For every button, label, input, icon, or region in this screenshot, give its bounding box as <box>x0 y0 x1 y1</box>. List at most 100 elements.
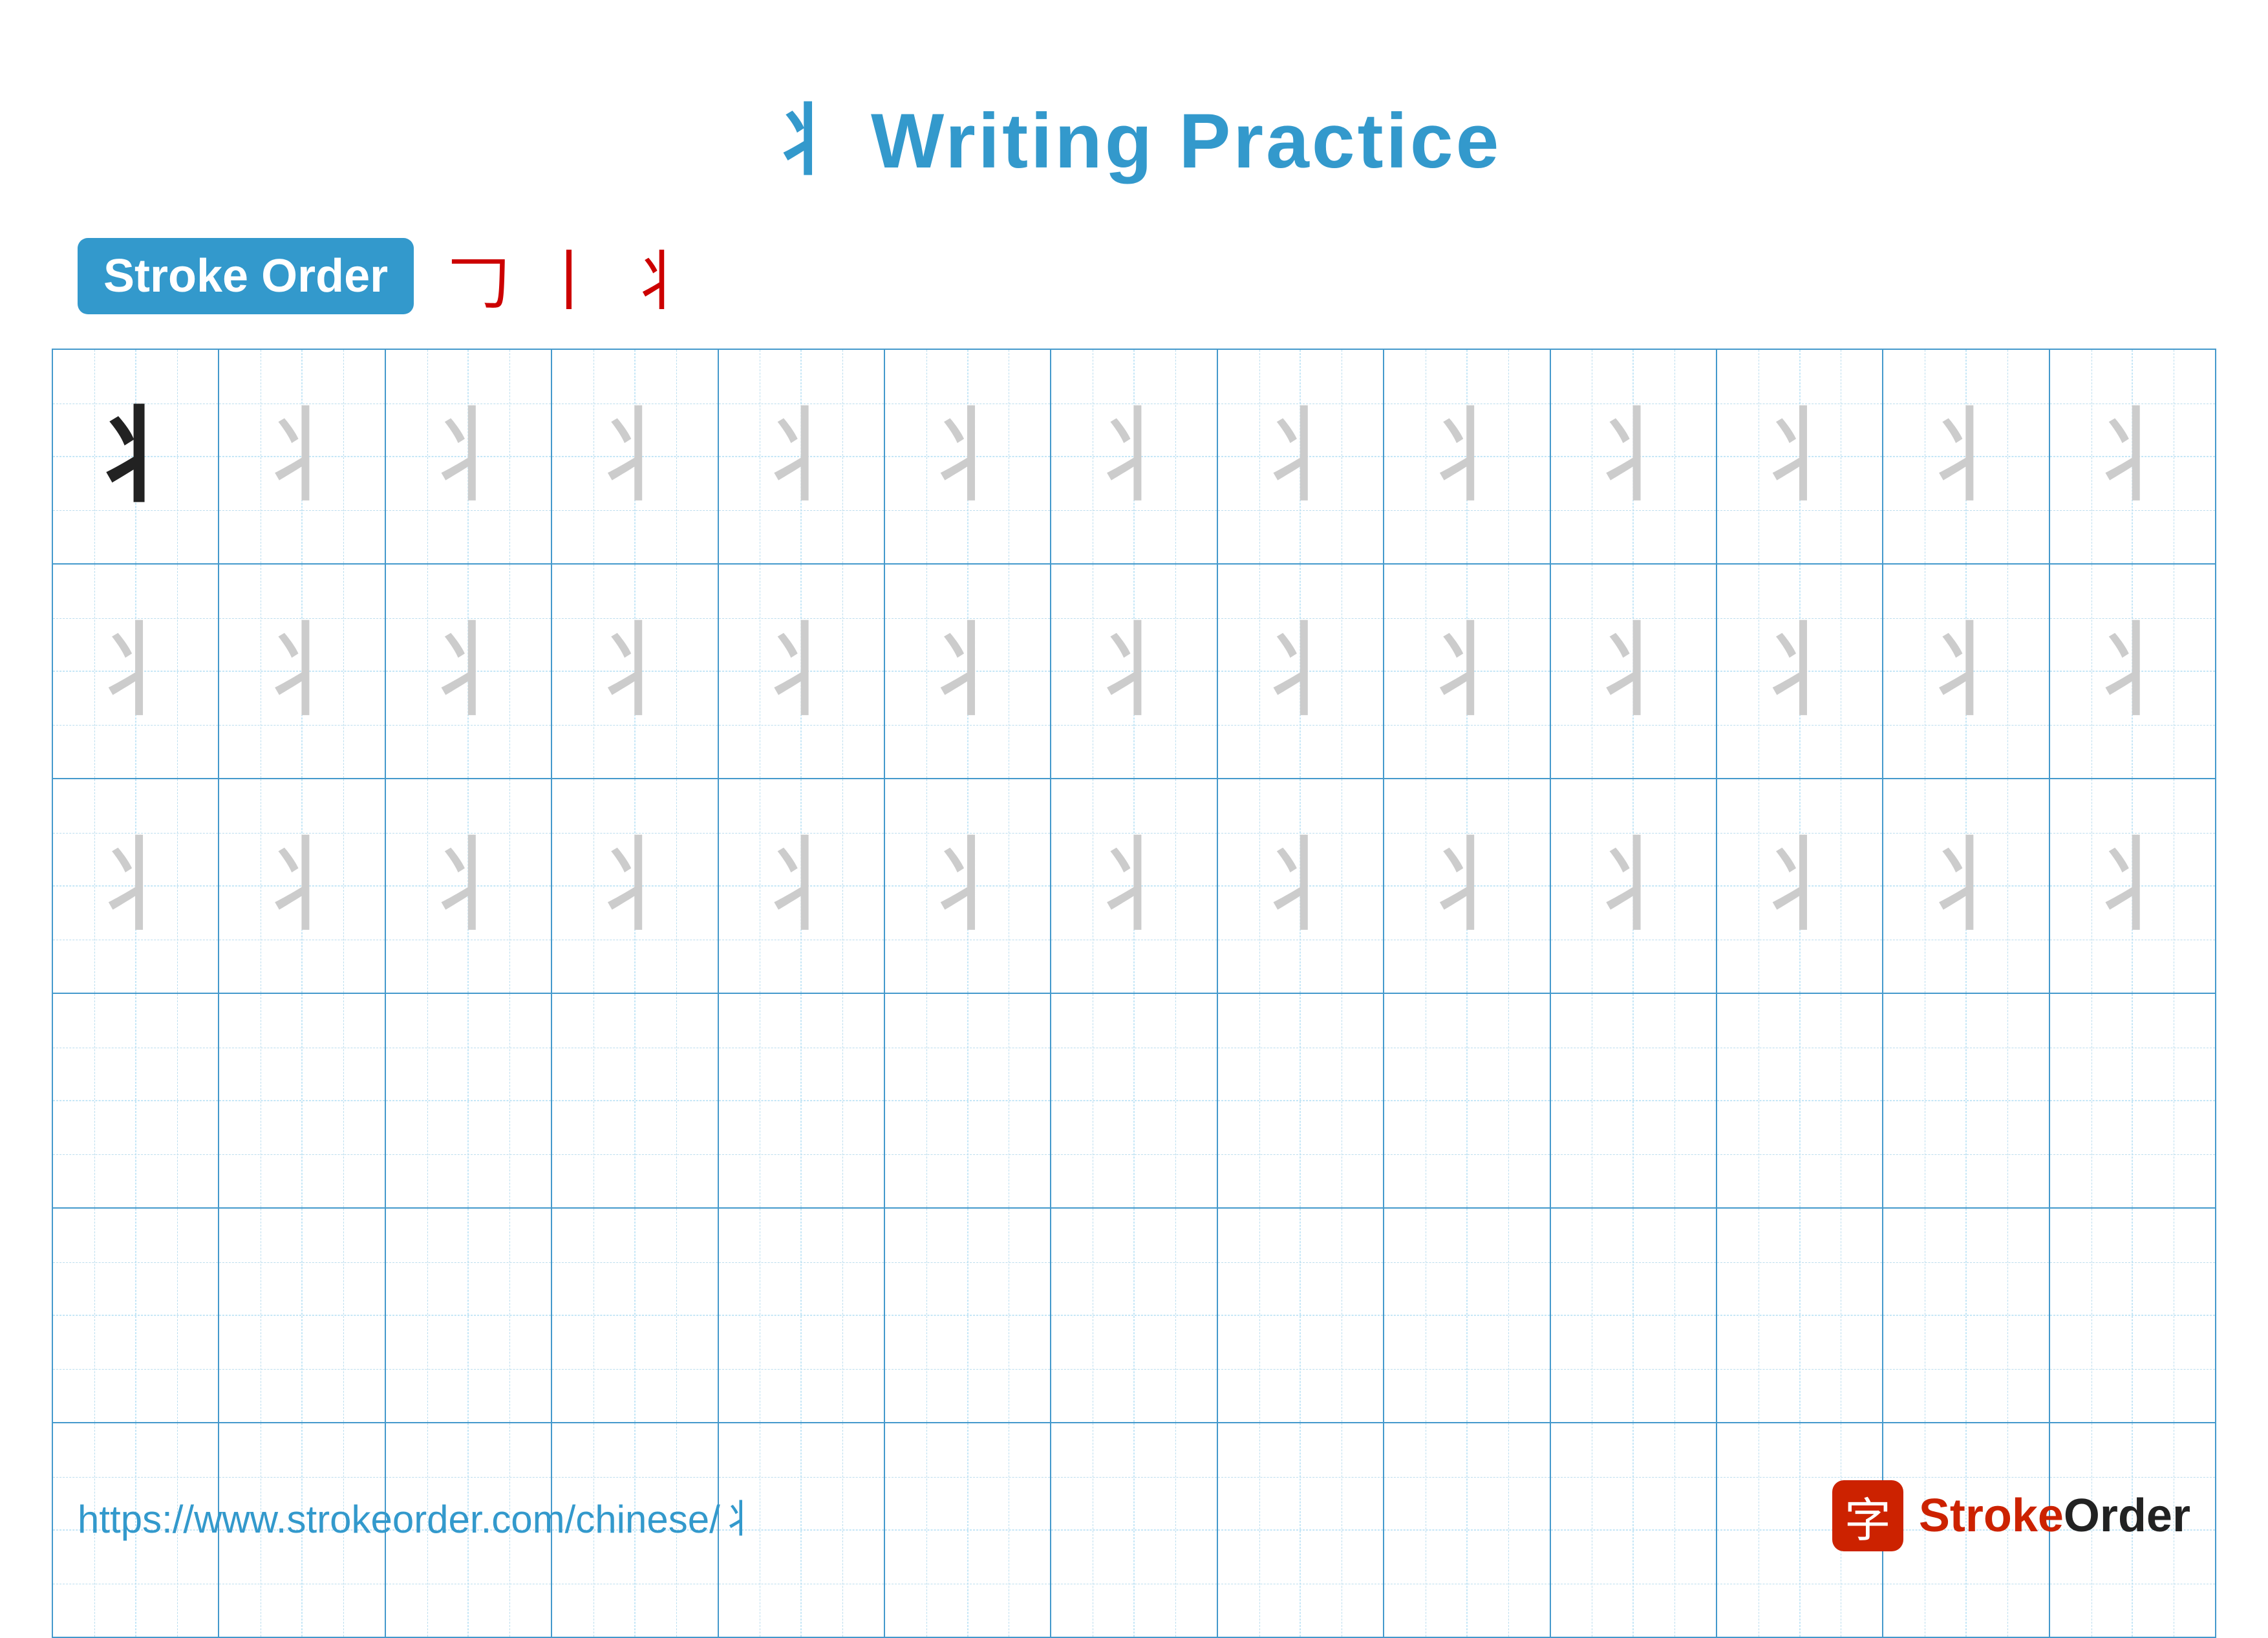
char-faded: 丬 <box>1415 405 1519 508</box>
grid-row-5 <box>53 1209 2215 1423</box>
char-faded: 丬 <box>1082 620 1186 723</box>
grid-cell[interactable]: 丬 <box>1883 350 2049 563</box>
grid-cell[interactable]: 丬 <box>1384 565 1550 778</box>
grid-cell[interactable]: 丬 <box>219 779 385 993</box>
char-faded: 丬 <box>416 405 520 508</box>
grid-row-1: 丬 丬 丬 丬 丬 丬 丬 丬 丬 丬 丬 丬 丬 <box>53 350 2215 565</box>
grid-cell[interactable]: 丬 <box>2050 350 2215 563</box>
grid-cell[interactable] <box>219 994 385 1207</box>
grid-cell[interactable] <box>386 994 552 1207</box>
grid-cell[interactable]: 丬 <box>1384 779 1550 993</box>
grid-cell[interactable]: 丬 <box>386 350 552 563</box>
grid-cell[interactable]: 丬 <box>1051 779 1217 993</box>
grid-cell[interactable]: 丬 <box>1551 350 1717 563</box>
char-faded: 丬 <box>250 620 354 723</box>
grid-cell[interactable]: 丬 <box>1051 565 1217 778</box>
grid-cell[interactable] <box>53 1209 219 1422</box>
grid-cell[interactable] <box>1717 994 1883 1207</box>
char-faded: 丬 <box>1415 834 1519 938</box>
char-faded: 丬 <box>2081 620 2184 723</box>
grid-cell[interactable] <box>1218 994 1384 1207</box>
grid-cell[interactable]: 丬 <box>2050 565 2215 778</box>
grid-cell[interactable] <box>1883 1209 2049 1422</box>
grid-cell[interactable]: 丬 <box>1883 779 2049 993</box>
char-faded: 丬 <box>84 834 187 938</box>
grid-cell[interactable] <box>1551 994 1717 1207</box>
grid-cell[interactable]: 丬 <box>719 565 885 778</box>
char-faded: 丬 <box>1082 405 1186 508</box>
footer-url[interactable]: https://www.strokeorder.com/chinese/丬 <box>78 1488 759 1544</box>
char-faded: 丬 <box>1748 620 1852 723</box>
grid-cell[interactable]: 丬 <box>719 350 885 563</box>
grid-cell[interactable] <box>885 994 1051 1207</box>
grid-cell[interactable]: 丬 <box>552 779 718 993</box>
grid-cell[interactable]: 丬 <box>386 565 552 778</box>
grid-cell[interactable] <box>1051 994 1217 1207</box>
grid-cell[interactable] <box>1384 1209 1550 1422</box>
grid-cell[interactable] <box>1551 1209 1717 1422</box>
grid-cell[interactable] <box>1883 994 2049 1207</box>
char-faded: 丬 <box>916 405 1020 508</box>
char-faded: 丬 <box>1581 405 1685 508</box>
char-faded: 丬 <box>916 834 1020 938</box>
char-dark: 丬 <box>84 405 187 508</box>
char-faded: 丬 <box>1248 405 1352 508</box>
grid-cell[interactable]: 丬 <box>219 350 385 563</box>
grid-cell[interactable]: 丬 <box>552 350 718 563</box>
grid-cell[interactable]: 丬 <box>1384 350 1550 563</box>
grid-cell[interactable]: 丬 <box>53 779 219 993</box>
char-faded: 丬 <box>250 405 354 508</box>
stroke-order-section: Stroke Order 𠃌 丨 丬 <box>78 229 2190 323</box>
char-faded: 丬 <box>1415 620 1519 723</box>
char-faded: 丬 <box>749 834 853 938</box>
grid-cell[interactable]: 丬 <box>719 779 885 993</box>
char-faded: 丬 <box>2081 834 2184 938</box>
grid-cell[interactable]: 丬 <box>1883 565 2049 778</box>
footer-brand: 字 StrokeOrder <box>1832 1480 2190 1551</box>
grid-cell[interactable] <box>552 994 718 1207</box>
footer: https://www.strokeorder.com/chinese/丬 字 … <box>78 1480 2190 1551</box>
grid-cell[interactable]: 丬 <box>1051 350 1217 563</box>
title-text: Writing Practice <box>871 98 1501 184</box>
grid-cell[interactable]: 丬 <box>1551 565 1717 778</box>
grid-cell[interactable]: 丬 <box>552 565 718 778</box>
grid-cell[interactable] <box>53 994 219 1207</box>
grid-cell[interactable] <box>885 1209 1051 1422</box>
grid-cell[interactable]: 丬 <box>1717 779 1883 993</box>
grid-cell[interactable]: 丬 <box>2050 779 2215 993</box>
grid-cell[interactable]: 丬 <box>1218 779 1384 993</box>
char-faded: 丬 <box>250 834 354 938</box>
grid-cell[interactable]: 丬 <box>885 779 1051 993</box>
grid-cell[interactable] <box>386 1209 552 1422</box>
grid-cell[interactable] <box>1218 1209 1384 1422</box>
char-faded: 丬 <box>1248 620 1352 723</box>
grid-cell[interactable]: 丬 <box>386 779 552 993</box>
grid-cell[interactable]: 丬 <box>1551 779 1717 993</box>
grid-cell[interactable] <box>552 1209 718 1422</box>
grid-cell[interactable]: 丬 <box>885 350 1051 563</box>
grid-cell[interactable]: 丬 <box>53 350 219 563</box>
grid-cell[interactable]: 丬 <box>1218 565 1384 778</box>
char-faded: 丬 <box>749 405 853 508</box>
brand-name: StrokeOrder <box>1919 1489 2190 1542</box>
grid-cell[interactable]: 丬 <box>1218 350 1384 563</box>
grid-cell[interactable]: 丬 <box>219 565 385 778</box>
brand-order-text: Order <box>2064 1490 2190 1542</box>
grid-cell[interactable] <box>1384 994 1550 1207</box>
grid-cell[interactable] <box>719 994 885 1207</box>
grid-cell[interactable]: 丬 <box>53 565 219 778</box>
char-faded: 丬 <box>2081 405 2184 508</box>
grid-cell[interactable] <box>2050 1209 2215 1422</box>
brand-stroke-text: Stroke <box>1919 1490 2064 1542</box>
grid-cell[interactable] <box>219 1209 385 1422</box>
grid-cell[interactable] <box>1051 1209 1217 1422</box>
grid-cell[interactable]: 丬 <box>885 565 1051 778</box>
grid-cell[interactable]: 丬 <box>1717 350 1883 563</box>
brand-icon-char: 字 <box>1845 1482 1891 1550</box>
char-faded: 丬 <box>1748 834 1852 938</box>
grid-cell[interactable] <box>1717 1209 1883 1422</box>
grid-cell[interactable]: 丬 <box>1717 565 1883 778</box>
grid-cell[interactable] <box>2050 994 2215 1207</box>
grid-cell[interactable] <box>719 1209 885 1422</box>
page-title: 丬 Writing Practice <box>0 0 2268 190</box>
